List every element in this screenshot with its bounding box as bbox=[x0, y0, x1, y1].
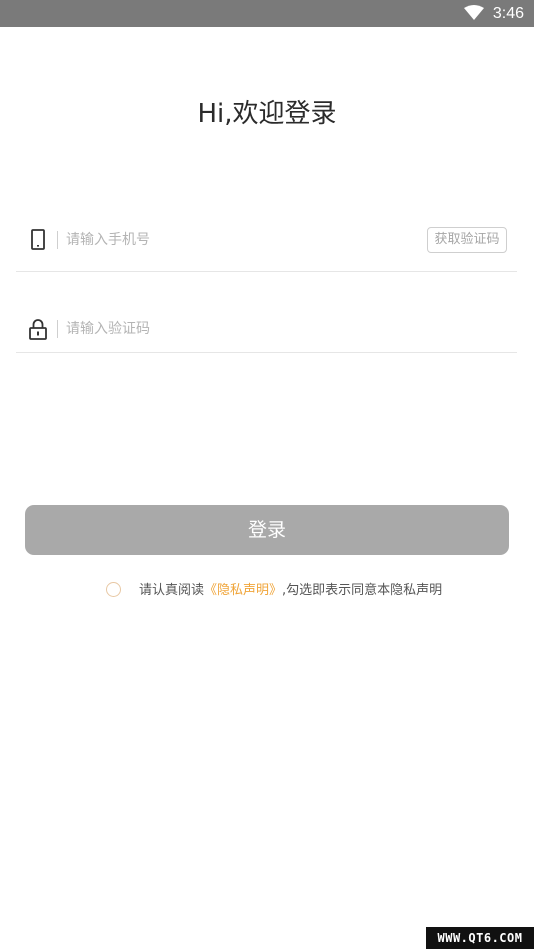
watermark: WWW.QT6.COM bbox=[426, 927, 534, 949]
field-divider bbox=[57, 231, 58, 249]
code-underline bbox=[16, 352, 517, 353]
phone-input[interactable] bbox=[66, 227, 366, 253]
get-code-button[interactable]: 获取验证码 bbox=[427, 227, 507, 253]
agreement-suffix: ,勾选即表示同意本隐私声明 bbox=[282, 583, 443, 598]
code-input[interactable] bbox=[66, 316, 366, 342]
agreement-prefix: 请认真阅读 bbox=[139, 583, 205, 598]
privacy-policy-link[interactable]: 《隐私声明》 bbox=[204, 583, 282, 598]
login-button[interactable]: 登录 bbox=[25, 505, 509, 555]
lock-icon bbox=[29, 319, 47, 340]
page-title: Hi,欢迎登录 bbox=[197, 99, 337, 129]
privacy-agreement: 请认真阅读《隐私声明》,勾选即表示同意本隐私声明 bbox=[106, 580, 506, 602]
agree-radio-button[interactable] bbox=[106, 582, 121, 597]
phone-underline bbox=[16, 271, 517, 272]
wifi-icon bbox=[464, 5, 484, 20]
phone-field-row: 获取验证码 bbox=[16, 215, 517, 265]
field-divider bbox=[57, 320, 58, 338]
code-field-row bbox=[16, 304, 517, 354]
status-bar: 3:46 bbox=[0, 0, 534, 27]
status-time: 3:46 bbox=[492, 5, 524, 22]
phone-icon bbox=[31, 229, 45, 250]
agreement-text: 请认真阅读《隐私声明》,勾选即表示同意本隐私声明 bbox=[139, 581, 442, 601]
